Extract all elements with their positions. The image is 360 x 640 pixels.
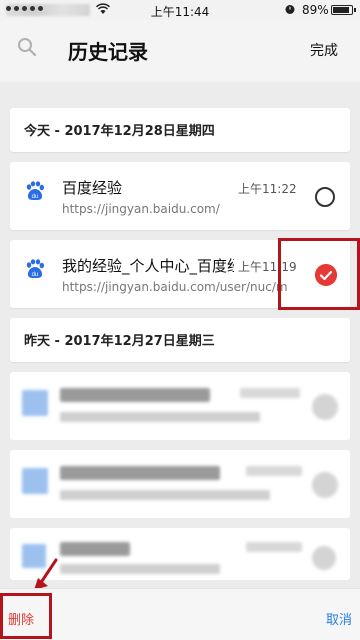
battery-percentage: 89%: [302, 3, 329, 17]
cancel-button[interactable]: 取消: [326, 609, 352, 628]
history-item-url: https://jingyan.baidu.com/: [62, 202, 220, 216]
battery-icon: [331, 5, 356, 15]
status-bar: 上午11:44 89%: [0, 0, 360, 20]
history-item-title: 百度经验: [62, 179, 123, 197]
alarm-icon: [285, 5, 295, 14]
baidu-paw-icon: du: [26, 259, 44, 279]
baidu-paw-icon: du: [26, 181, 44, 201]
done-button[interactable]: 完成: [310, 40, 338, 60]
select-checkbox-unchecked[interactable]: [315, 187, 335, 207]
search-icon[interactable]: [16, 36, 38, 58]
history-item[interactable]: du 百度经验 https://jingyan.baidu.com/ 上午11:…: [10, 162, 350, 230]
history-item-title: 我的经验_个人中心_百度经验: [62, 257, 234, 275]
delete-button[interactable]: 删除: [8, 609, 34, 628]
date-header-yesterday: 昨天 - 2017年12月27日星期三: [10, 318, 350, 362]
history-list: 今天 - 2017年12月28日星期四 du 百度经验 https://jing…: [10, 108, 360, 580]
battery-fill: [333, 7, 350, 13]
header: 历史记录 完成: [0, 20, 360, 82]
check-circle-icon[interactable]: [315, 264, 337, 286]
history-item-blurred[interactable]: [10, 372, 350, 440]
svg-text:du: du: [32, 194, 39, 200]
history-item-time: 上午11:19: [238, 260, 297, 274]
date-header-today: 今天 - 2017年12月28日星期四: [10, 108, 350, 152]
bottom-bar: 删除 取消: [0, 588, 360, 640]
history-item-selected[interactable]: du 我的经验_个人中心_百度经验 https://jingyan.baidu.…: [10, 238, 360, 310]
history-item-time: 上午11:22: [238, 182, 297, 196]
history-item-url: https://jingyan.baidu.com/user/nuc/m: [62, 280, 288, 294]
svg-text:du: du: [32, 272, 39, 278]
history-item-blurred[interactable]: [10, 450, 350, 518]
page-title: 历史记录: [68, 40, 148, 64]
